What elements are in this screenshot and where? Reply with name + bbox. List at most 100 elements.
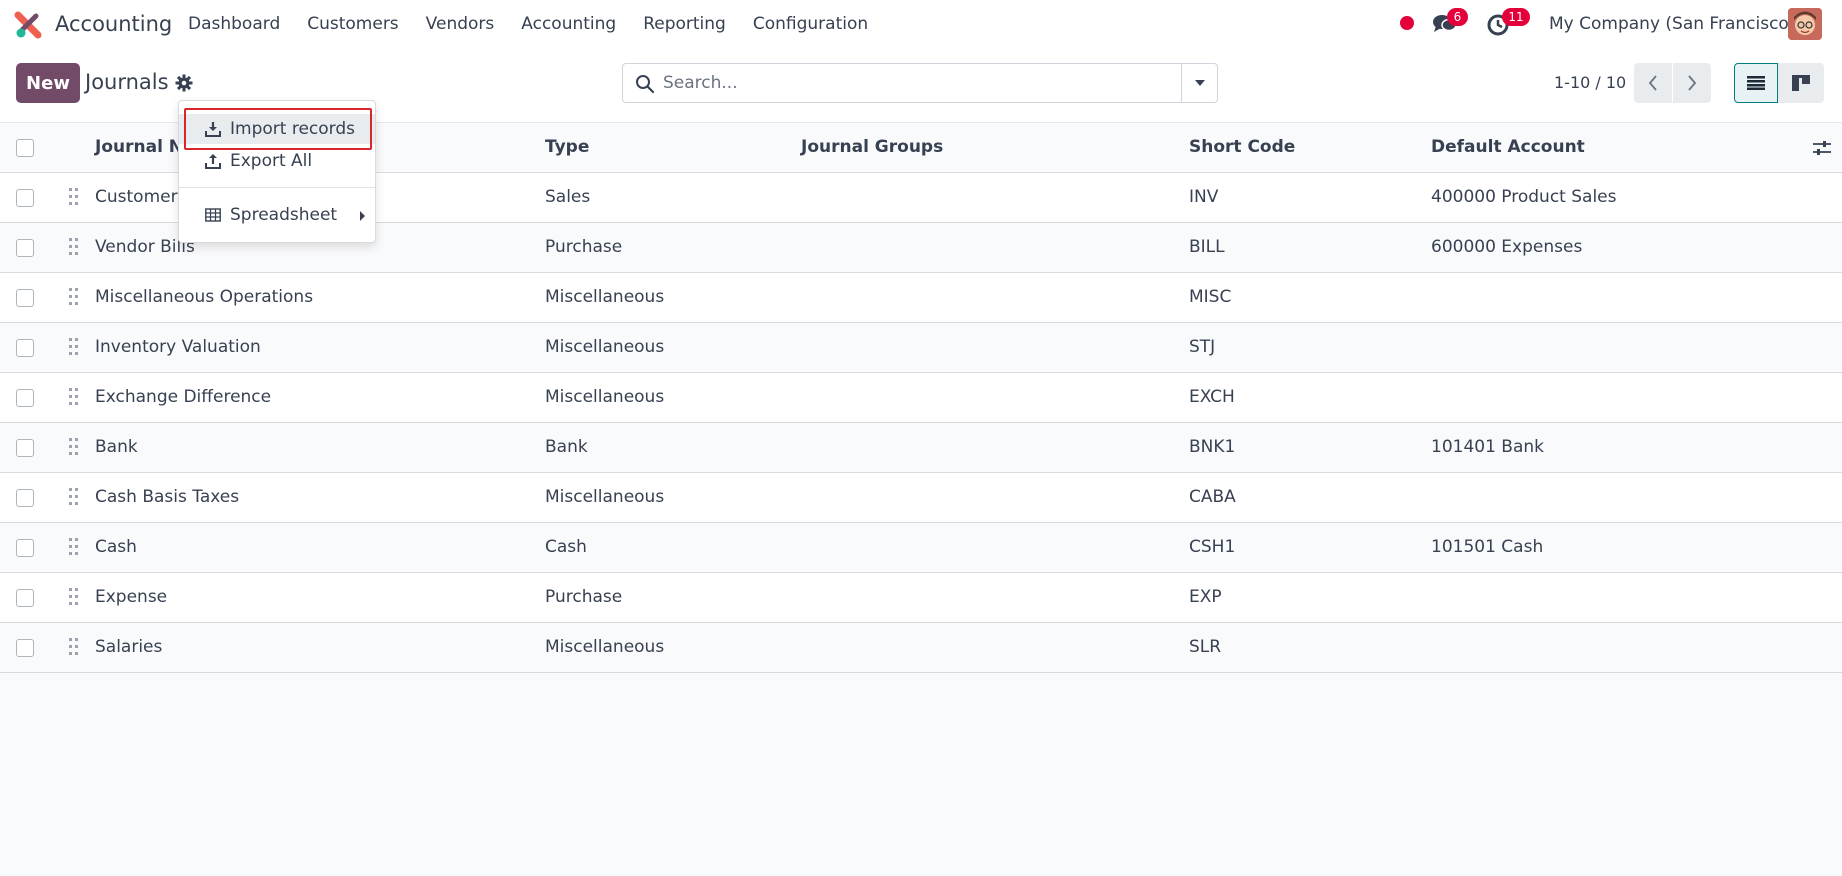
row-checkbox[interactable] — [16, 339, 34, 357]
spreadsheet-menu-item[interactable]: Spreadsheet — [179, 200, 375, 230]
cell-type[interactable]: Bank — [545, 437, 588, 457]
cell-journal-name[interactable]: Exchange Difference — [95, 387, 271, 407]
row-checkbox[interactable] — [16, 289, 34, 307]
caret-right-icon — [360, 211, 365, 221]
cell-short-code[interactable]: MISC — [1189, 287, 1231, 307]
menu-customers[interactable]: Customers — [307, 14, 398, 34]
cell-type[interactable]: Miscellaneous — [545, 287, 664, 307]
cell-default-account[interactable]: 400000 Product Sales — [1431, 187, 1617, 207]
drag-handle-icon[interactable] — [68, 637, 80, 657]
cell-journal-name[interactable]: Customer — [95, 187, 178, 207]
cell-type[interactable]: Miscellaneous — [545, 487, 664, 507]
accounting-app-icon[interactable] — [14, 11, 42, 39]
search-input[interactable] — [663, 64, 1163, 102]
drag-handle-icon[interactable] — [68, 187, 80, 207]
table-row[interactable]: Inventory Valuation Miscellaneous STJ — [0, 323, 1842, 373]
table-row[interactable]: Expense Purchase EXP — [0, 573, 1842, 623]
app-name[interactable]: Accounting — [55, 12, 172, 36]
cell-journal-name[interactable]: Salaries — [95, 637, 162, 657]
cell-journal-name[interactable]: Cash Basis Taxes — [95, 487, 239, 507]
table-row[interactable]: Cash Basis Taxes Miscellaneous CABA — [0, 473, 1842, 523]
row-checkbox[interactable] — [16, 189, 34, 207]
cell-journal-name[interactable]: Miscellaneous Operations — [95, 287, 313, 307]
cell-journal-name[interactable]: Cash — [95, 537, 137, 557]
cell-type[interactable]: Purchase — [545, 237, 622, 257]
column-short-code[interactable]: Short Code — [1189, 137, 1295, 157]
drag-handle-icon[interactable] — [68, 387, 80, 407]
menu-vendors[interactable]: Vendors — [426, 14, 495, 34]
menu-reporting[interactable]: Reporting — [643, 14, 726, 34]
menu-divider — [179, 187, 375, 188]
menu-accounting[interactable]: Accounting — [521, 14, 616, 34]
pager-previous-button[interactable] — [1634, 63, 1672, 103]
table-icon — [205, 208, 221, 222]
cell-journal-name[interactable]: Inventory Valuation — [95, 337, 261, 357]
cell-short-code[interactable]: CABA — [1189, 487, 1236, 507]
cell-default-account[interactable]: 101501 Cash — [1431, 537, 1543, 557]
column-journal-groups[interactable]: Journal Groups — [801, 137, 943, 157]
company-switcher[interactable]: My Company (San Francisco) — [1549, 14, 1795, 34]
table-row[interactable]: Cash Cash CSH1 101501 Cash — [0, 523, 1842, 573]
gear-icon[interactable] — [175, 74, 193, 92]
optional-columns-icon[interactable] — [1812, 139, 1832, 157]
cell-short-code[interactable]: EXP — [1189, 587, 1222, 607]
page-title: Journals — [85, 70, 169, 94]
cell-short-code[interactable]: CSH1 — [1189, 537, 1235, 557]
cell-type[interactable]: Sales — [545, 187, 590, 207]
menu-configuration[interactable]: Configuration — [753, 14, 868, 34]
cell-short-code[interactable]: STJ — [1189, 337, 1215, 357]
cell-short-code[interactable]: INV — [1189, 187, 1218, 207]
table-body: Customer Sales INV 400000 Product Sales Vend… — [0, 173, 1842, 673]
actions-dropdown-menu: Import records Export All Spreadsheet — [178, 100, 376, 243]
cell-short-code[interactable]: BNK1 — [1189, 437, 1235, 457]
new-button[interactable]: New — [16, 63, 80, 103]
row-checkbox[interactable] — [16, 639, 34, 657]
drag-handle-icon[interactable] — [68, 437, 80, 457]
row-checkbox[interactable] — [16, 239, 34, 257]
list-view-button[interactable] — [1734, 63, 1778, 103]
cell-type[interactable]: Purchase — [545, 587, 622, 607]
menu-dashboard[interactable]: Dashboard — [188, 14, 280, 34]
table-row[interactable]: Exchange Difference Miscellaneous EXCH — [0, 373, 1842, 423]
cell-journal-name[interactable]: Bank — [95, 437, 138, 457]
cell-type[interactable]: Miscellaneous — [545, 387, 664, 407]
user-avatar-icon — [1788, 8, 1822, 40]
cell-default-account[interactable]: 101401 Bank — [1431, 437, 1544, 457]
pager-value[interactable]: 1-10 / 10 — [1554, 73, 1626, 92]
recording-indicator-icon[interactable] — [1400, 16, 1414, 30]
table-row[interactable]: Salaries Miscellaneous SLR — [0, 623, 1842, 673]
drag-handle-icon[interactable] — [68, 537, 80, 557]
row-checkbox[interactable] — [16, 489, 34, 507]
cell-type[interactable]: Miscellaneous — [545, 637, 664, 657]
drag-handle-icon[interactable] — [68, 337, 80, 357]
cell-journal-name[interactable]: Expense — [95, 587, 167, 607]
column-default-account[interactable]: Default Account — [1431, 137, 1585, 157]
row-checkbox[interactable] — [16, 389, 34, 407]
drag-handle-icon[interactable] — [68, 487, 80, 507]
cell-type[interactable]: Cash — [545, 537, 587, 557]
cell-default-account[interactable]: 600000 Expenses — [1431, 237, 1582, 257]
row-checkbox[interactable] — [16, 539, 34, 557]
select-all-checkbox[interactable] — [16, 139, 34, 157]
drag-handle-icon[interactable] — [68, 237, 80, 257]
search-options-toggle[interactable] — [1181, 64, 1217, 102]
table-row[interactable]: Miscellaneous Operations Miscellaneous MIS… — [0, 273, 1842, 323]
drag-handle-icon[interactable] — [68, 287, 80, 307]
pager-next-button[interactable] — [1673, 63, 1711, 103]
main-menu: Dashboard Customers Vendors Accounting R… — [188, 14, 895, 34]
table-row[interactable]: Bank Bank BNK1 101401 Bank — [0, 423, 1842, 473]
export-all-menu-item[interactable]: Export All — [179, 146, 375, 176]
user-avatar[interactable] — [1788, 8, 1822, 40]
chat-count-badge: 6 — [1447, 8, 1468, 26]
row-checkbox[interactable] — [16, 439, 34, 457]
highlight-box — [184, 108, 372, 150]
cell-type[interactable]: Miscellaneous — [545, 337, 664, 357]
kanban-view-button[interactable] — [1778, 63, 1824, 103]
cell-short-code[interactable]: SLR — [1189, 637, 1221, 657]
cell-short-code[interactable]: EXCH — [1189, 387, 1235, 407]
drag-handle-icon[interactable] — [68, 587, 80, 607]
export-all-label: Export All — [230, 151, 313, 171]
cell-short-code[interactable]: BILL — [1189, 237, 1225, 257]
row-checkbox[interactable] — [16, 589, 34, 607]
column-type[interactable]: Type — [545, 137, 589, 157]
